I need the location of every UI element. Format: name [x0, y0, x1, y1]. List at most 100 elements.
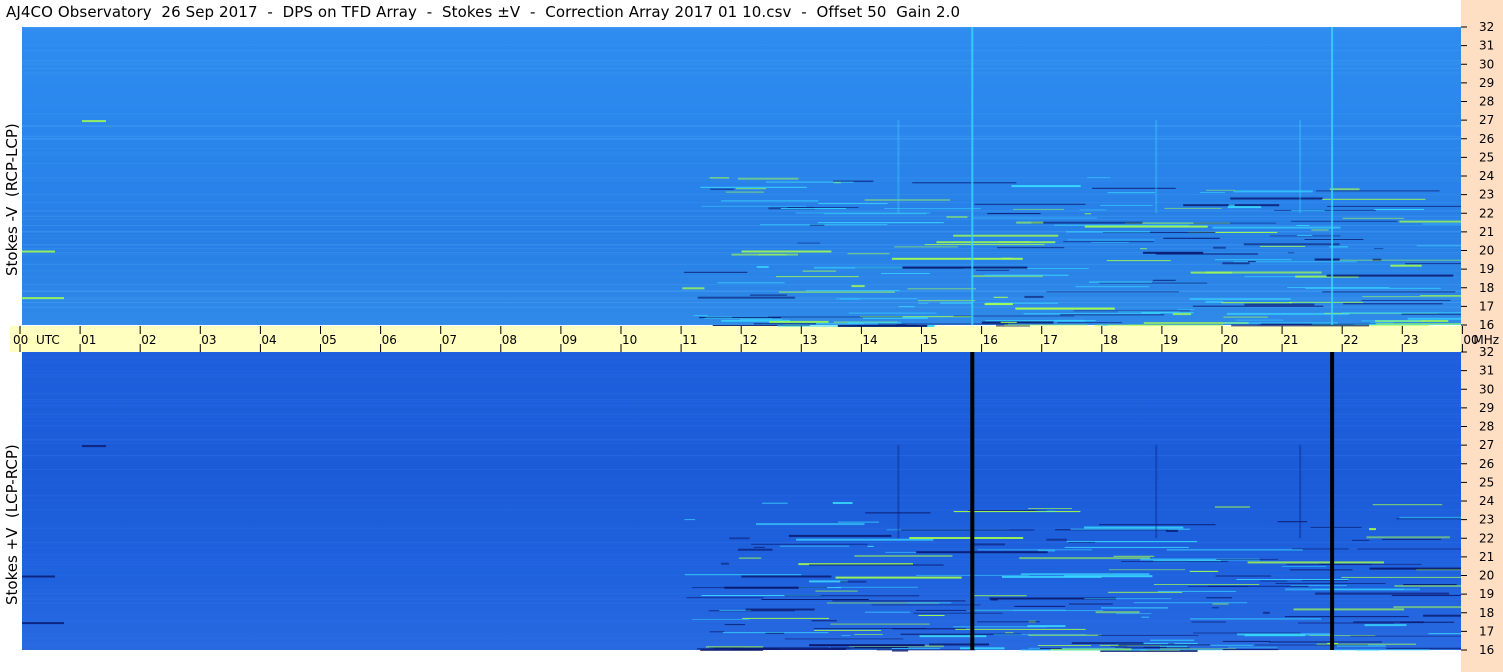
emission-streak [729, 537, 750, 540]
emission-streak [705, 316, 733, 318]
emission-streak [813, 628, 926, 629]
emission-streak [1286, 563, 1422, 565]
emission-streak [1244, 303, 1315, 306]
texture-row [22, 589, 1461, 591]
emission-streak [837, 324, 928, 327]
texture-row [22, 442, 1461, 444]
emission-streak [741, 250, 832, 253]
emission-streak [1191, 621, 1226, 623]
spectrogram-overlay: 32 31 30 29 28 27 26 25 24 23 22 21 20 19 18 17 16 32 31 30… [13, 20, 1499, 657]
emission-streak [1172, 313, 1192, 316]
emission-streak [1361, 299, 1451, 301]
texture-row [22, 621, 1461, 623]
emission-streak [1356, 649, 1380, 651]
emission-streak [22, 622, 64, 625]
texture-row [22, 563, 1461, 565]
emission-streak [1153, 584, 1260, 585]
emission-streak [1028, 508, 1072, 509]
emission-streak [1192, 305, 1324, 307]
emission-streak [22, 575, 55, 578]
texture-row [22, 62, 1461, 64]
texture-row [22, 420, 1461, 422]
emission-streak [1084, 526, 1184, 529]
emission-streak [1399, 220, 1461, 223]
emission-streak [1304, 239, 1364, 240]
emission-streak [1364, 624, 1407, 627]
emission-streak [1023, 313, 1161, 315]
time-tick-label: 17 [1043, 333, 1058, 347]
emission-streak [1357, 548, 1461, 550]
emission-streak [1113, 555, 1155, 557]
emission-streak [1005, 632, 1014, 634]
emission-streak [1004, 324, 1088, 326]
emission-streak [721, 200, 819, 202]
texture-row [22, 238, 1461, 240]
emission-streak [1206, 189, 1236, 191]
emission-streak [1423, 614, 1461, 617]
emission-streak [913, 612, 1003, 614]
emission-streak [929, 643, 989, 646]
emission-streak [1168, 643, 1175, 645]
emission-streak [1374, 209, 1425, 210]
emission-streak [984, 303, 1013, 306]
texture-row [22, 547, 1461, 549]
emission-streak [1222, 649, 1279, 651]
texture-row [22, 509, 1461, 511]
texture-row [22, 135, 1461, 137]
texture-row [22, 370, 1461, 372]
texture-row [22, 414, 1461, 415]
texture-row [22, 606, 1461, 608]
emission-streak [892, 649, 909, 652]
emission-streak [1322, 198, 1426, 200]
texture-row [22, 210, 1461, 212]
emission-streak [1407, 317, 1461, 320]
emission-streak [971, 217, 1097, 219]
emission-streak [959, 647, 1005, 650]
emission-streak [832, 502, 853, 504]
emission-streak [817, 222, 944, 224]
emission-streak [1351, 539, 1370, 541]
emission-streak [1054, 224, 1190, 226]
emission-streak [891, 257, 1023, 260]
emission-streak [1228, 646, 1278, 648]
emission-streak [894, 246, 958, 248]
emission-streak [1015, 307, 1115, 310]
emission-streak [775, 276, 859, 278]
emission-streak [1165, 529, 1178, 532]
emission-streak [1092, 187, 1176, 189]
emission-streak [912, 182, 1017, 184]
emission-streak [854, 634, 883, 635]
emission-streak [1177, 308, 1195, 310]
emission-streak [1329, 188, 1360, 191]
emission-streak [984, 274, 1069, 276]
frequency-tick-label: 32 [1479, 345, 1494, 359]
emission-streak [909, 537, 1024, 539]
texture-row [22, 307, 1461, 308]
vertical-striation [1155, 445, 1158, 539]
texture-row [22, 638, 1461, 640]
emission-streak [1228, 204, 1235, 207]
frequency-tick-label: 25 [1479, 150, 1494, 164]
emission-streak [1019, 557, 1151, 560]
emission-streak [1405, 263, 1461, 265]
emission-streak [1150, 639, 1195, 641]
interference-line [1331, 27, 1334, 325]
emission-streak [1342, 217, 1405, 219]
emission-streak [1301, 580, 1348, 582]
time-tick-label: 04 [261, 333, 276, 347]
texture-row [22, 406, 1461, 408]
emission-streak [1046, 538, 1067, 541]
emission-streak [1237, 633, 1333, 636]
time-tick-label: 16 [983, 333, 998, 347]
texture-row [22, 125, 1461, 127]
emission-streak [691, 587, 828, 589]
emission-streak [1362, 296, 1461, 298]
texture-row [22, 68, 1461, 70]
emission-streak [736, 188, 766, 190]
emission-streak [682, 287, 705, 290]
emission-streak [1247, 261, 1256, 263]
emission-streak [836, 298, 918, 300]
emission-streak [755, 523, 865, 526]
interference-line [971, 27, 974, 325]
emission-streak [721, 562, 729, 565]
